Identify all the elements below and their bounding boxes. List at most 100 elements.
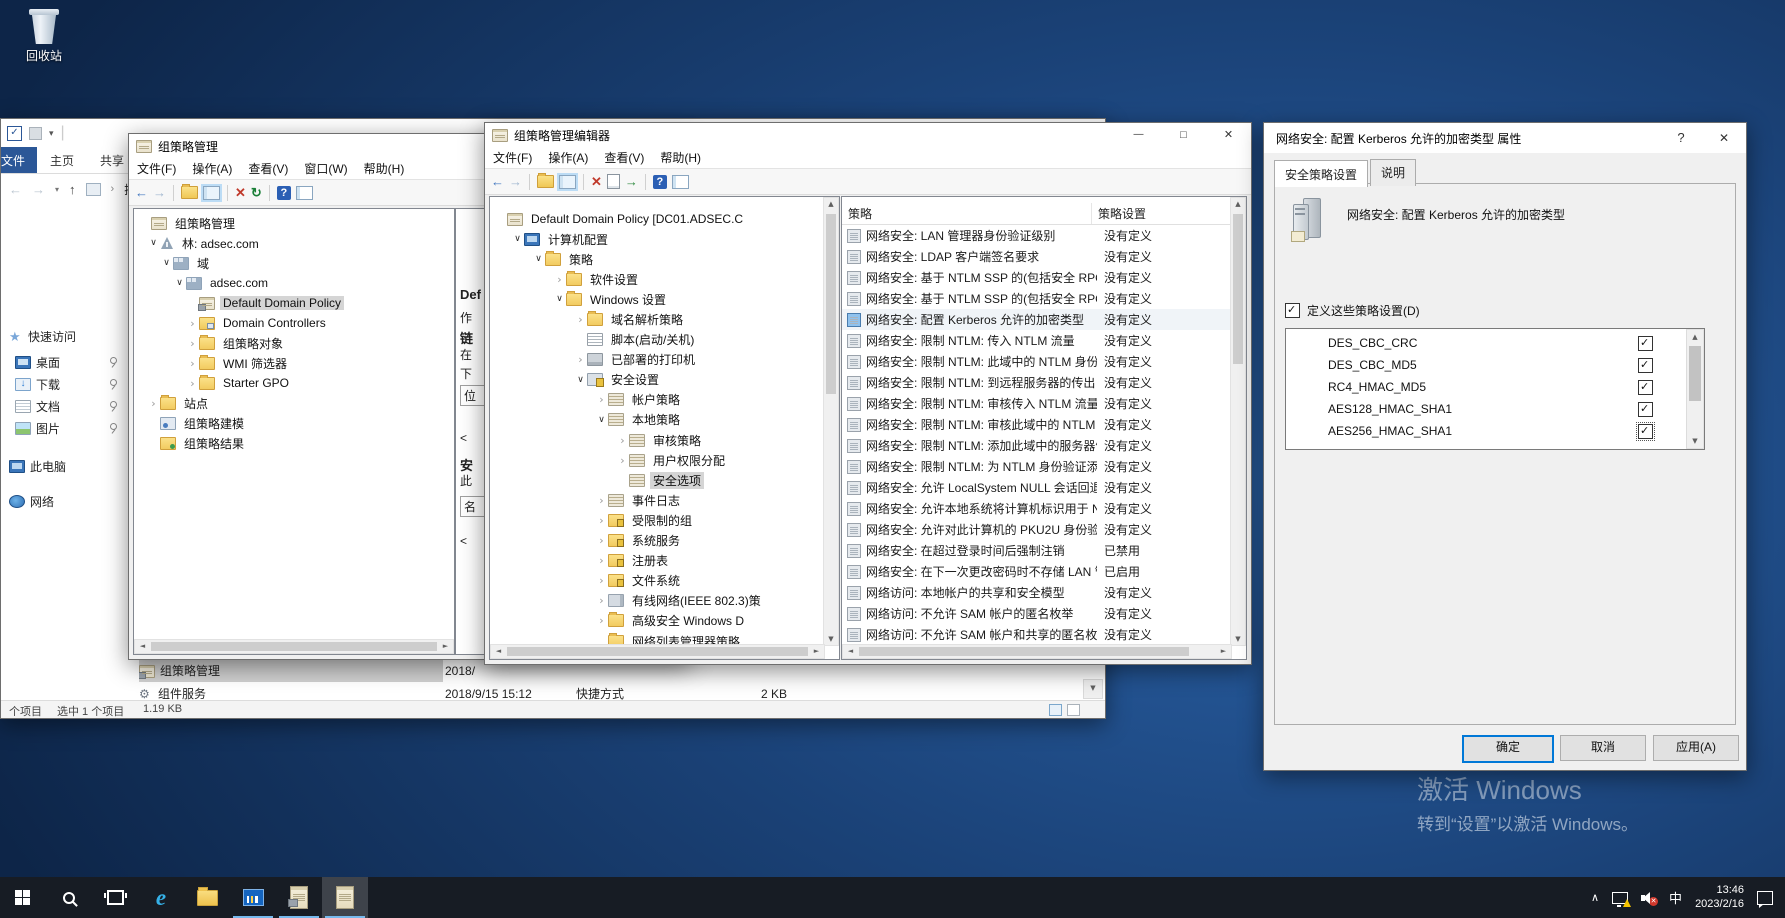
tree-item[interactable]: › Domain Controllers bbox=[134, 313, 452, 333]
policy-row[interactable]: 网络安全: 基于 NTLM SSP 的(包括安全 RPC)服务器的最小... 没… bbox=[842, 267, 1232, 288]
policy-row[interactable]: 网络访问: 本地帐户的共享和安全模型 没有定义 bbox=[842, 582, 1232, 603]
policy-row[interactable]: 网络安全: 限制 NTLM: 此域中的 NTLM 身份验证 没有定义 bbox=[842, 351, 1232, 372]
explorer-properties-icon[interactable]: ✓ bbox=[7, 126, 22, 141]
expander-icon[interactable]: ∨ bbox=[160, 258, 173, 268]
tree-item[interactable]: ∨ 林: adsec.com bbox=[134, 233, 452, 253]
sidebar-item[interactable]: 下载 bbox=[1, 373, 135, 395]
policy-row[interactable]: 网络安全: LDAP 客户端签名要求 没有定义 bbox=[842, 246, 1232, 267]
recent-dropdown-icon[interactable]: ▾ bbox=[55, 185, 59, 194]
listbox-vscrollbar[interactable]: ▲▼ bbox=[1686, 329, 1704, 449]
tree-item[interactable]: › 用户权限分配 bbox=[490, 450, 823, 470]
tree-item[interactable]: › 注册表 bbox=[490, 551, 823, 571]
gpm-tree-hscrollbar[interactable]: ◄► bbox=[134, 639, 454, 654]
tree-item[interactable]: ∨ adsec.com bbox=[134, 273, 452, 293]
taskbar-item-console[interactable] bbox=[230, 877, 276, 918]
policy-row[interactable]: 网络安全: 限制 NTLM: 审核传入 NTLM 流量 没有定义 bbox=[842, 393, 1232, 414]
expander-icon[interactable]: ∨ bbox=[532, 254, 545, 264]
expander-icon[interactable]: › bbox=[186, 317, 199, 330]
column-header-policy[interactable]: 策略 bbox=[842, 203, 1092, 224]
define-policy-checkbox[interactable] bbox=[1285, 303, 1300, 318]
menu-item[interactable]: 文件(F) bbox=[129, 157, 184, 180]
up-one-level-icon[interactable] bbox=[537, 175, 554, 188]
help-button[interactable]: ? bbox=[1660, 123, 1702, 153]
menu-item[interactable]: 帮助(H) bbox=[356, 157, 413, 180]
taskbar-item-gpme[interactable] bbox=[322, 877, 368, 918]
encryption-option-checkbox[interactable] bbox=[1638, 380, 1653, 395]
close-button[interactable]: ✕ bbox=[1702, 123, 1746, 153]
cancel-button[interactable]: 取消 bbox=[1560, 735, 1646, 761]
policy-row[interactable]: 网络安全: 限制 NTLM: 添加此域中的服务器例外 没有定义 bbox=[842, 435, 1232, 456]
tree-item[interactable]: › 有线网络(IEEE 802.3)策 bbox=[490, 591, 823, 611]
sidebar-item[interactable]: 文档 bbox=[1, 395, 135, 417]
menu-item[interactable]: 文件(F) bbox=[485, 146, 540, 169]
tab-home[interactable]: 主页 bbox=[37, 147, 87, 173]
expander-icon[interactable]: ∨ bbox=[511, 234, 524, 244]
tree-item[interactable]: › 审核策略 bbox=[490, 430, 823, 450]
tree-item[interactable]: › 文件系统 bbox=[490, 571, 823, 591]
menu-item[interactable]: 查看(V) bbox=[240, 157, 296, 180]
search-button[interactable] bbox=[46, 877, 92, 918]
explorer-vscrollbar-down[interactable]: ▼ bbox=[1083, 679, 1103, 699]
expander-icon[interactable]: › bbox=[616, 454, 629, 467]
show-console-tree-icon[interactable] bbox=[559, 175, 576, 189]
policy-row[interactable]: 网络安全: 在超过登录时间后强制注销 已禁用 bbox=[842, 540, 1232, 561]
sidebar-item[interactable]: 图片 bbox=[1, 417, 135, 439]
delete-icon[interactable]: ✕ bbox=[591, 175, 602, 188]
expander-icon[interactable]: › bbox=[147, 397, 160, 410]
tree-item[interactable]: 组策略结果 bbox=[134, 433, 452, 453]
tree-item[interactable]: › 站点 bbox=[134, 393, 452, 413]
show-console-tree-icon[interactable] bbox=[203, 186, 220, 200]
policy-row[interactable]: 网络安全: 配置 Kerberos 允许的加密类型 没有定义 bbox=[842, 309, 1232, 330]
expander-icon[interactable]: ∨ bbox=[553, 294, 566, 304]
minimize-button[interactable]: — bbox=[1116, 123, 1161, 147]
tab-file[interactable]: 文件 bbox=[1, 147, 37, 173]
menu-item[interactable]: 窗口(W) bbox=[296, 157, 355, 180]
taskbar-item-internet-explorer[interactable] bbox=[138, 877, 184, 918]
tree-item[interactable]: ∨ 域 bbox=[134, 253, 452, 273]
expander-icon[interactable]: › bbox=[595, 534, 608, 547]
forward-icon[interactable]: → bbox=[32, 182, 45, 197]
expander-icon[interactable]: › bbox=[595, 574, 608, 587]
recycle-bin[interactable]: 回收站 bbox=[22, 8, 66, 64]
tree-item[interactable]: › 域名解析策略 bbox=[490, 309, 823, 329]
gpme-titlebar[interactable]: 组策略管理编辑器 — □ ✕ bbox=[485, 123, 1251, 147]
gpme-list-vscrollbar[interactable]: ▲▼ bbox=[1230, 197, 1246, 646]
sidebar-item[interactable]: 网络 bbox=[1, 490, 135, 512]
tree-item[interactable]: 脚本(启动/关机) bbox=[490, 330, 823, 350]
tree-item[interactable]: Default Domain Policy [DC01.ADSEC.C bbox=[490, 209, 823, 229]
help-icon[interactable]: ? bbox=[277, 186, 291, 200]
tree-item[interactable]: 网络列表管理器策略 bbox=[490, 631, 823, 645]
tree-item[interactable]: › 帐户策略 bbox=[490, 390, 823, 410]
tray-expand-icon[interactable]: ∧ bbox=[1591, 891, 1599, 904]
action-center-icon[interactable] bbox=[1757, 891, 1773, 905]
sidebar-item[interactable]: 快速访问 bbox=[1, 325, 135, 347]
tree-item[interactable]: ∨ Windows 设置 bbox=[490, 289, 823, 309]
qat-dropdown-icon[interactable]: ▾ bbox=[49, 128, 54, 139]
tree-item[interactable]: › WMI 筛选器 bbox=[134, 353, 452, 373]
encryption-option-row[interactable]: AES256_HMAC_SHA1 bbox=[1286, 420, 1687, 442]
expander-icon[interactable]: ∨ bbox=[595, 415, 608, 425]
policy-row[interactable]: 网络安全: 限制 NTLM: 到远程服务器的传出 NTLM 流量 没有定义 bbox=[842, 372, 1232, 393]
tree-item[interactable]: Default Domain Policy bbox=[134, 293, 452, 313]
show-action-pane-icon[interactable] bbox=[672, 175, 689, 189]
ok-button[interactable]: 确定 bbox=[1462, 735, 1554, 763]
taskbar-item-gpm[interactable] bbox=[276, 877, 322, 918]
maximize-button[interactable]: □ bbox=[1161, 123, 1206, 147]
menu-item[interactable]: 操作(A) bbox=[184, 157, 240, 180]
expander-icon[interactable]: › bbox=[595, 594, 608, 607]
policy-row[interactable]: 网络安全: LAN 管理器身份验证级别 没有定义 bbox=[842, 225, 1232, 246]
policy-row[interactable]: 网络访问: 不允许 SAM 帐户和共享的匿名枚举 没有定义 bbox=[842, 624, 1232, 645]
delete-icon[interactable]: ✕ bbox=[235, 186, 246, 199]
expander-icon[interactable]: › bbox=[553, 273, 566, 286]
tree-item[interactable]: ∨ 安全设置 bbox=[490, 370, 823, 390]
forward-icon[interactable]: → bbox=[153, 186, 166, 199]
back-icon[interactable]: ← bbox=[9, 182, 22, 197]
tab-security-policy-setting[interactable]: 安全策略设置 bbox=[1274, 160, 1368, 187]
tree-item[interactable]: ∨ 本地策略 bbox=[490, 410, 823, 430]
tree-item[interactable]: ∨ 策略 bbox=[490, 249, 823, 269]
column-header-setting[interactable]: 策略设置 bbox=[1092, 203, 1232, 224]
close-button[interactable]: ✕ bbox=[1206, 123, 1251, 147]
help-icon[interactable]: ? bbox=[653, 175, 667, 189]
expander-icon[interactable]: › bbox=[595, 514, 608, 527]
up-one-level-icon[interactable] bbox=[181, 186, 198, 199]
